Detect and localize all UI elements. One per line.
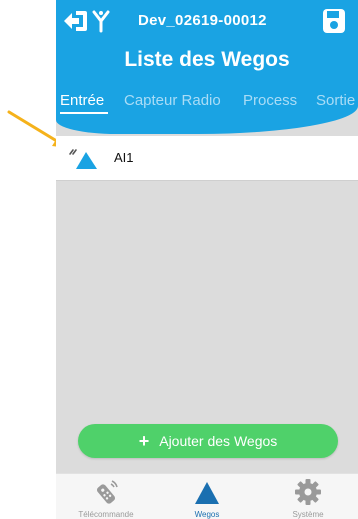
save-icon[interactable] (322, 8, 346, 34)
header: Dev_02619-00012 Liste des Wegos Entrée C… (56, 0, 358, 134)
nav-item-telecommande[interactable]: Télécommande (56, 474, 156, 519)
gear-icon (295, 479, 321, 505)
list-item-label: AI1 (114, 150, 134, 165)
tab-sortie[interactable]: Sortie (316, 92, 355, 110)
nav-label-wegos: Wegos (194, 510, 220, 519)
screenshot-page: Dev_02619-00012 Liste des Wegos Entrée C… (0, 0, 358, 519)
antenna-icon[interactable] (92, 9, 110, 33)
tab-entree[interactable]: Entrée (60, 92, 104, 110)
add-wegos-label: Ajouter des Wegos (159, 433, 278, 449)
add-wegos-button[interactable]: + Ajouter des Wegos (78, 424, 338, 458)
wego-triangle-icon (69, 149, 97, 169)
active-tab-indicator (60, 112, 108, 114)
nav-item-systeme[interactable]: Système (258, 474, 358, 519)
remote-control-icon (96, 480, 118, 504)
nav-item-wegos[interactable]: Wegos (157, 474, 257, 519)
tab-capteur-radio[interactable]: Capteur Radio (124, 92, 221, 110)
exit-icon[interactable] (62, 9, 88, 33)
bottom-nav: Télécommande Wegos Système (56, 473, 358, 519)
app-frame: Dev_02619-00012 Liste des Wegos Entrée C… (56, 0, 358, 519)
list-item[interactable]: AI1 (56, 136, 358, 181)
nav-label-systeme: Système (292, 510, 324, 519)
page-title: Liste des Wegos (124, 48, 290, 71)
device-name: Dev_02619-00012 (138, 12, 267, 29)
tab-process[interactable]: Process (243, 92, 297, 110)
plus-icon: + (138, 431, 150, 451)
nav-label-telecommande: Télécommande (78, 510, 134, 519)
triangle-icon (195, 482, 219, 504)
top-bar: Dev_02619-00012 (56, 0, 358, 44)
